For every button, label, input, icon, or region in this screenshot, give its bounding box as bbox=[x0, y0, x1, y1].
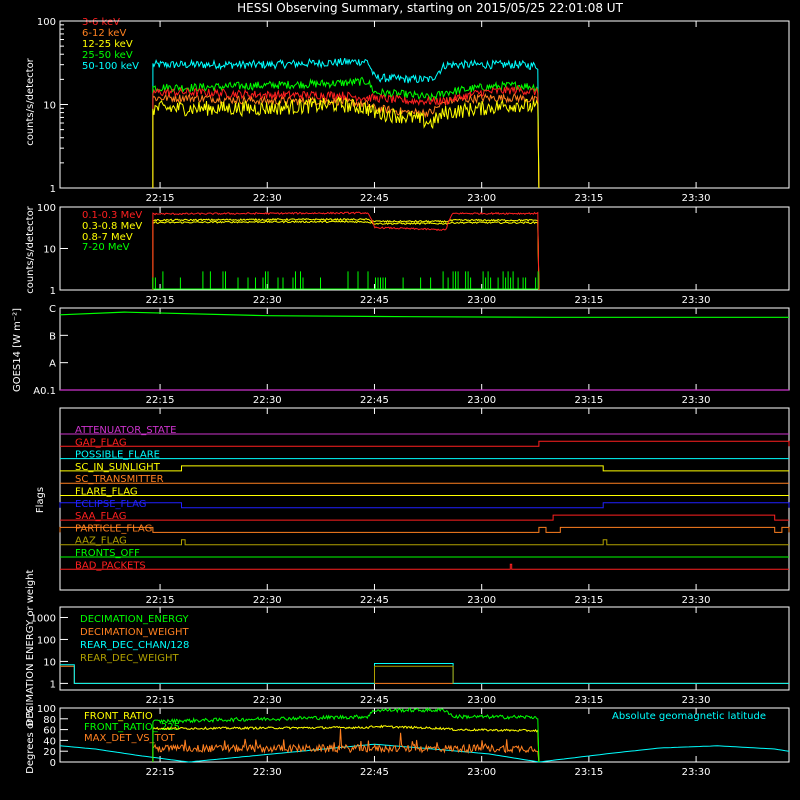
legend-max-det-vs-tot: MAX_DET_VS_TOT bbox=[84, 733, 176, 744]
legend-0.3-0.8mev: 0.3-0.8 MeV bbox=[82, 221, 142, 232]
gamma-ylabel: counts/s/detector bbox=[25, 205, 36, 293]
legend-7-20mev: 7-20 MeV bbox=[82, 242, 130, 253]
goes-ylabel: GOES14 [W m⁻²] bbox=[12, 308, 23, 392]
legend-rear-dec-chan: REAR_DEC_CHAN/128 bbox=[80, 640, 189, 651]
hxr-ytick-label-2: 100 bbox=[37, 17, 56, 28]
ratios-xtick-label-3: 23:00 bbox=[467, 767, 496, 778]
hxr-xtick-label-5: 23:30 bbox=[682, 193, 711, 204]
flag-label-PARTICLE_FLAG: PARTICLE_FLAG bbox=[75, 523, 152, 534]
goes-ytick-label-1: A bbox=[49, 359, 56, 370]
decim-xtick-label-3: 23:00 bbox=[467, 695, 496, 706]
ratios-ytick-label-1: 20 bbox=[43, 747, 56, 758]
goes-xtick-label-4: 23:15 bbox=[574, 395, 603, 406]
ratios-ytick-label-0: 0 bbox=[50, 758, 56, 769]
decim-ylabel: DECIMATION ENERGY or weight bbox=[25, 569, 36, 726]
legend-front-ratio: FRONT_RATIO bbox=[84, 711, 153, 722]
goes-xtick-label-5: 23:30 bbox=[682, 395, 711, 406]
goes-xtick-label-0: 22:15 bbox=[146, 395, 175, 406]
legend-25-50kev: 25-50 keV bbox=[82, 50, 133, 61]
ratios-xtick-label-0: 22:15 bbox=[146, 767, 175, 778]
legend-0.1-0.3mev: 0.1-0.3 MeV bbox=[82, 210, 142, 221]
decim-xtick-label-1: 22:30 bbox=[253, 695, 282, 706]
hxr-xtick-label-2: 22:45 bbox=[360, 193, 389, 204]
flags-xtick-label-1: 22:30 bbox=[253, 595, 282, 606]
flags-ylabel: Flags bbox=[35, 487, 46, 513]
hxr-xtick-label-0: 22:15 bbox=[146, 193, 175, 204]
hxr-ytick-label-0: 1 bbox=[50, 184, 56, 195]
ratios-xtick-label-2: 22:45 bbox=[360, 767, 389, 778]
goes-xtick-label-1: 22:30 bbox=[253, 395, 282, 406]
ratios-xtick-label-1: 22:30 bbox=[253, 767, 282, 778]
decim-ytick-label-3: 1000 bbox=[31, 613, 56, 624]
gamma-xtick-label-4: 23:15 bbox=[574, 295, 603, 306]
legend-50-100kev: 50-100 keV bbox=[82, 61, 139, 72]
ratios-ytick-label-2: 40 bbox=[43, 736, 56, 747]
hxr-xtick-label-1: 22:30 bbox=[253, 193, 282, 204]
ratios-ytick-label-5: 100 bbox=[37, 704, 56, 715]
gamma-ytick-label-0: 1 bbox=[50, 286, 56, 297]
legend-6-12kev: 6-12 keV bbox=[82, 28, 126, 39]
decim-xtick-label-2: 22:45 bbox=[360, 695, 389, 706]
gamma-xtick-label-1: 22:30 bbox=[253, 295, 282, 306]
hxr-ytick-label-1: 10 bbox=[43, 101, 56, 112]
chart-title: HESSI Observing Summary, starting on 201… bbox=[237, 1, 623, 15]
legend-12-25kev: 12-25 keV bbox=[82, 39, 133, 50]
goes-xtick-label-3: 23:00 bbox=[467, 395, 496, 406]
legend-rear-dec-weight: REAR_DEC_WEIGHT bbox=[80, 653, 179, 664]
decim-ytick-label-0: 1 bbox=[50, 679, 56, 690]
ratios-ylabel: Degrees or % bbox=[25, 706, 36, 774]
goes-ytick-label-3: C bbox=[49, 304, 56, 315]
legend-front-ratio-225: FRONT_RATIO_ 225 bbox=[84, 722, 180, 733]
hxr-ylabel: counts/s/detector bbox=[25, 57, 36, 145]
decim-ytick-label-1: 10 bbox=[43, 657, 56, 668]
gamma-xtick-label-0: 22:15 bbox=[146, 295, 175, 306]
flags-xtick-label-4: 23:15 bbox=[574, 595, 603, 606]
ratios-ytick-label-3: 60 bbox=[43, 726, 56, 737]
figure: HESSI Observing Summary, starting on 201… bbox=[0, 0, 800, 800]
decim-xtick-label-5: 23:30 bbox=[682, 695, 711, 706]
goes-ytick-label-2: B bbox=[49, 331, 56, 342]
flags-xtick-label-0: 22:15 bbox=[146, 595, 175, 606]
gamma-xtick-label-3: 23:00 bbox=[467, 295, 496, 306]
ratios-ytick-label-4: 80 bbox=[43, 715, 56, 726]
gamma-ytick-label-1: 10 bbox=[43, 245, 56, 256]
decim-ytick-label-2: 100 bbox=[37, 635, 56, 646]
geomag-annotation: Absolute geomagnetic latitude bbox=[612, 711, 766, 722]
flags-xtick-label-3: 23:00 bbox=[467, 595, 496, 606]
flags-xtick-label-5: 23:30 bbox=[682, 595, 711, 606]
gamma-ytick-label-2: 100 bbox=[37, 203, 56, 214]
gamma-xtick-label-5: 23:30 bbox=[682, 295, 711, 306]
flag-label-ECLIPSE_FLAG: ECLIPSE_FLAG bbox=[75, 499, 146, 510]
decim-xtick-label-0: 22:15 bbox=[146, 695, 175, 706]
ratios-xtick-label-4: 23:15 bbox=[574, 767, 603, 778]
flags-xtick-label-2: 22:45 bbox=[360, 595, 389, 606]
decim-xtick-label-4: 23:15 bbox=[574, 695, 603, 706]
goes-xtick-label-2: 22:45 bbox=[360, 395, 389, 406]
legend-3-6kev: 3-6 keV bbox=[82, 17, 120, 28]
hxr-xtick-label-3: 23:00 bbox=[467, 193, 496, 204]
legend-decimation-energy: DECIMATION_ENERGY bbox=[80, 614, 189, 625]
legend-decimation-weight: DECIMATION_WEIGHT bbox=[80, 627, 189, 638]
goes-ytick-label-0: A0.1 bbox=[33, 386, 56, 397]
ratios-xtick-label-5: 23:30 bbox=[682, 767, 711, 778]
gamma-xtick-label-2: 22:45 bbox=[360, 295, 389, 306]
hxr-xtick-label-4: 23:15 bbox=[574, 193, 603, 204]
